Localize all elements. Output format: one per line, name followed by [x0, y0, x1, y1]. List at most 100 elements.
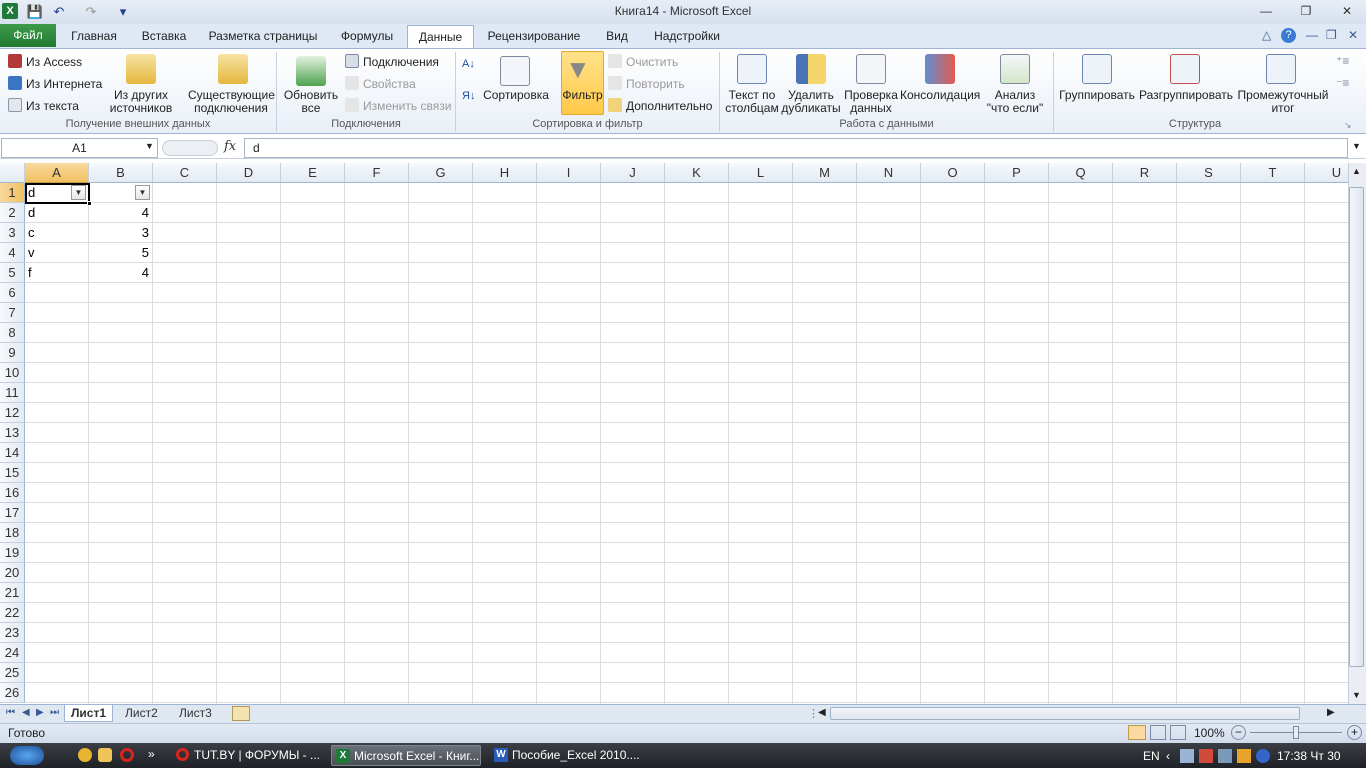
row-header-6[interactable]: 6	[0, 283, 25, 303]
from-text-button[interactable]: Из текста	[8, 98, 79, 113]
row-header-8[interactable]: 8	[0, 323, 25, 343]
hide-detail-icon[interactable]: ⁻≡	[1336, 76, 1349, 90]
clear-filter-button[interactable]: Очистить	[608, 54, 678, 69]
row-header-16[interactable]: 16	[0, 483, 25, 503]
zoom-in-icon[interactable]: +	[1347, 725, 1362, 740]
formula-bar-handle[interactable]	[162, 140, 218, 156]
sheet-tab-1[interactable]: Лист1	[64, 705, 114, 722]
ribbon-collapse-icon[interactable]: △	[1262, 28, 1271, 42]
tray-app-icon-2[interactable]	[1218, 749, 1232, 763]
reapply-button[interactable]: Повторить	[608, 76, 685, 91]
tray-app-icon-3[interactable]	[1237, 749, 1251, 763]
column-header-B[interactable]: B	[89, 163, 153, 183]
taskbar-item-excel[interactable]: X Microsoft Excel - Книг...	[331, 745, 481, 766]
ungroup-button[interactable]: Разгруппировать	[1138, 89, 1234, 102]
group-button[interactable]: Группировать	[1056, 89, 1138, 102]
cell-B2[interactable]: 4	[89, 203, 152, 223]
restore-button[interactable]: ❐	[1293, 2, 1319, 20]
outline-dialog-launcher-icon[interactable]: ↘	[1344, 120, 1352, 131]
scroll-up-icon[interactable]: ▲	[1352, 166, 1361, 176]
column-header-L[interactable]: L	[729, 163, 793, 183]
language-indicator[interactable]: EN	[1143, 749, 1160, 763]
formula-input[interactable]: d	[244, 138, 1348, 158]
row-header-11[interactable]: 11	[0, 383, 25, 403]
wb-restore-icon[interactable]: ❐	[1326, 28, 1337, 42]
start-button[interactable]	[10, 746, 44, 765]
expand-formula-bar-icon[interactable]: ▼	[1352, 141, 1361, 151]
row-header-15[interactable]: 15	[0, 463, 25, 483]
row-header-10[interactable]: 10	[0, 363, 25, 383]
column-header-I[interactable]: I	[537, 163, 601, 183]
existing-connections-button[interactable]: Существующие подключения	[188, 89, 275, 115]
row-header-4[interactable]: 4	[0, 243, 25, 263]
horizontal-scroll-thumb[interactable]	[830, 707, 1300, 720]
data-validation-button[interactable]: Проверка данных	[840, 89, 902, 115]
row-header-19[interactable]: 19	[0, 543, 25, 563]
column-header-S[interactable]: S	[1177, 163, 1241, 183]
row-header-1[interactable]: 1	[0, 183, 25, 203]
column-header-C[interactable]: C	[153, 163, 217, 183]
sheet-nav-last-icon[interactable]: ⏭	[50, 707, 59, 718]
name-box[interactable]: A1	[1, 138, 158, 158]
refresh-all-button[interactable]: Обновить все	[280, 89, 342, 115]
autofilter-dropdown-B[interactable]: ▼	[135, 185, 150, 200]
sort-button[interactable]: Сортировка	[482, 89, 550, 102]
column-header-P[interactable]: P	[985, 163, 1049, 183]
tray-expand-icon[interactable]: ‹	[1166, 749, 1170, 763]
taskbar-item-opera[interactable]: TUT.BY | ФОРУМЫ - ...	[172, 745, 322, 766]
normal-view-icon[interactable]	[1128, 725, 1146, 740]
row-header-20[interactable]: 20	[0, 563, 25, 583]
insert-sheet-icon[interactable]	[232, 706, 250, 721]
scroll-down-icon[interactable]: ▼	[1352, 690, 1361, 700]
hscroll-left-icon[interactable]: ◀	[818, 707, 826, 718]
tab-data[interactable]: Данные	[407, 25, 474, 48]
wb-close-icon[interactable]: ✕	[1348, 28, 1358, 42]
consolidate-button[interactable]: Консолидация	[900, 89, 980, 102]
sort-za-icon[interactable]: Я↓	[462, 90, 475, 102]
connections-button[interactable]: Подключения	[345, 54, 439, 69]
column-header-E[interactable]: E	[281, 163, 345, 183]
tab-file[interactable]: Файл	[0, 24, 56, 47]
row-header-5[interactable]: 5	[0, 263, 25, 283]
tab-page-layout[interactable]: Разметка страницы	[203, 24, 323, 48]
from-other-sources-button[interactable]: Из других источников	[103, 89, 179, 115]
clock[interactable]: 17:38 Чт 30	[1277, 749, 1341, 763]
row-header-24[interactable]: 24	[0, 643, 25, 663]
from-access-button[interactable]: Из Access	[8, 54, 82, 69]
cell-B5[interactable]: 4	[89, 263, 152, 283]
fill-handle[interactable]	[87, 201, 92, 206]
select-all-corner[interactable]	[0, 163, 25, 183]
column-header-H[interactable]: H	[473, 163, 537, 183]
cell-A5[interactable]: f	[25, 263, 88, 283]
row-header-17[interactable]: 17	[0, 503, 25, 523]
row-header-26[interactable]: 26	[0, 683, 25, 703]
from-web-button[interactable]: Из Интернета	[8, 76, 102, 91]
opera-quicklaunch-icon[interactable]	[120, 748, 134, 762]
sheet-tab-2[interactable]: Лист2	[119, 705, 164, 722]
tab-insert[interactable]: Вставка	[133, 24, 195, 48]
row-header-13[interactable]: 13	[0, 423, 25, 443]
cell-A4[interactable]: v	[25, 243, 88, 263]
insert-function-button[interactable]: fx	[224, 139, 236, 154]
page-layout-view-icon[interactable]	[1150, 725, 1166, 740]
name-box-dropdown-icon[interactable]: ▼	[145, 141, 154, 151]
taskbar-item-word[interactable]: W Пособие_Excel 2010....	[490, 745, 640, 766]
column-header-G[interactable]: G	[409, 163, 473, 183]
tab-review[interactable]: Рецензирование	[480, 24, 588, 48]
column-header-N[interactable]: N	[857, 163, 921, 183]
edit-links-button[interactable]: Изменить связи	[345, 98, 451, 113]
help-icon[interactable]: ?	[1281, 28, 1296, 43]
row-header-3[interactable]: 3	[0, 223, 25, 243]
tray-app-icon-4[interactable]	[1256, 749, 1270, 763]
quicklaunch-icon-2[interactable]	[98, 748, 112, 762]
tab-addins[interactable]: Надстройки	[645, 24, 729, 48]
subtotal-button[interactable]: Промежуточный итог	[1236, 89, 1330, 115]
column-header-D[interactable]: D	[217, 163, 281, 183]
sheet-nav-first-icon[interactable]: ⏮	[6, 707, 15, 718]
tab-view[interactable]: Вид	[598, 24, 636, 48]
quicklaunch-more-icon[interactable]: »	[148, 747, 155, 761]
advanced-filter-button[interactable]: Дополнительно	[608, 98, 712, 113]
minimize-button[interactable]: —	[1253, 2, 1279, 20]
zoom-slider-thumb[interactable]	[1293, 726, 1299, 739]
row-header-22[interactable]: 22	[0, 603, 25, 623]
